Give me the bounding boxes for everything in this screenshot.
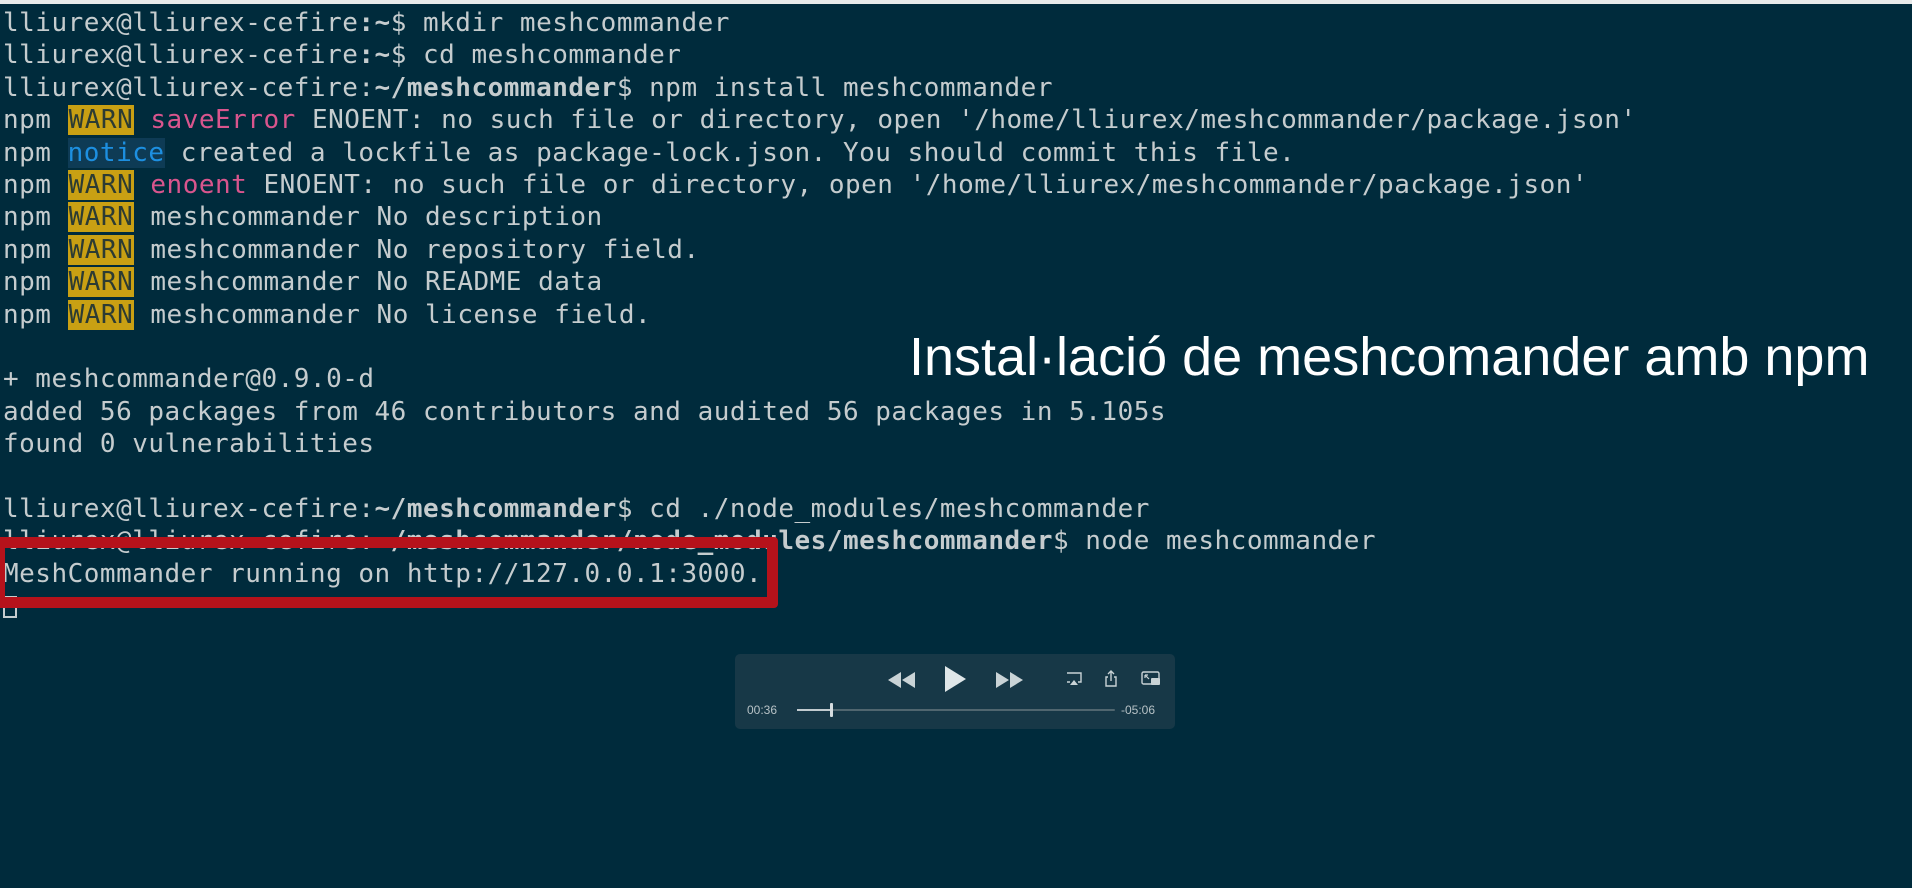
video-player-controls: 00:36 -05:06 (735, 654, 1175, 729)
npm-label: npm (3, 234, 52, 265)
airplay-button[interactable] (1065, 670, 1083, 688)
prompt-path: :~ (358, 8, 391, 38)
warn-badge: WARN (67, 105, 135, 136)
terminal-line: lliurex@lliurex-cefire:~/meshcommander$ … (3, 493, 1703, 525)
prompt-user-host: lliurex@lliurex-cefire (3, 493, 359, 524)
log-text: ENOENT: no such file or directory, open … (295, 105, 1637, 136)
prompt-separator: : (358, 493, 375, 524)
prompt-user-host: lliurex@lliurex-cefire (3, 8, 359, 38)
prompt-user-host: lliurex@lliurex-cefire (3, 40, 359, 71)
error-key: saveError (150, 105, 296, 136)
terminal-line: lliurex@lliurex-cefire:~$ mkdir meshcomm… (3, 7, 1703, 39)
fast-forward-icon (996, 672, 1023, 688)
log-text: ENOENT: no such file or directory, open … (247, 169, 1589, 200)
share-icon (1105, 669, 1117, 687)
warn-badge: WARN (67, 169, 135, 200)
npm-label: npm (3, 299, 52, 330)
prompt-separator: : (358, 72, 375, 103)
command-text: $ npm install meshcommander (616, 72, 1053, 103)
remaining-time: -05:06 (1121, 703, 1156, 717)
npm-label: npm (3, 267, 52, 298)
airplay-icon (1067, 672, 1082, 685)
npm-label: npm (3, 105, 52, 136)
terminal-line: npm WARN saveError ENOENT: no such file … (3, 104, 1703, 136)
log-text: meshcommander No repository field. (134, 234, 700, 265)
error-key: enoent (150, 169, 248, 200)
warn-badge: WARN (67, 299, 135, 330)
log-text: meshcommander No description (134, 202, 603, 233)
terminal-line: npm notice created a lockfile as package… (3, 137, 1703, 169)
picture-in-picture-button[interactable] (1140, 669, 1162, 687)
warn-badge: WARN (67, 267, 135, 298)
picture-in-picture-icon (1141, 670, 1160, 685)
warn-badge: WARN (67, 202, 135, 233)
rewind-button[interactable] (885, 668, 919, 692)
command-text: $ node meshcommander (1052, 526, 1377, 557)
terminal-line: npm WARN meshcommander No README data (3, 266, 1703, 298)
prompt-path: :~ (358, 40, 391, 71)
command-text: $ mkdir meshcommander (390, 8, 730, 38)
log-text: created a lockfile as package-lock.json.… (164, 137, 1296, 168)
prompt-path: ~/meshcommander (374, 493, 617, 524)
terminal-line: npm WARN meshcommander No repository fie… (3, 234, 1703, 266)
play-button[interactable] (940, 663, 970, 695)
command-text: $ cd meshcommander (390, 40, 682, 71)
log-text: meshcommander No README data (134, 267, 603, 298)
terminal-line: added 56 packages from 46 contributors a… (3, 396, 1167, 427)
terminal-line: lliurex@lliurex-cefire:~/meshcommander$ … (3, 72, 1703, 104)
seek-bar-progress (797, 709, 831, 711)
fast-forward-button[interactable] (992, 668, 1026, 692)
notice-badge: notice (67, 137, 165, 168)
terminal-line: npm WARN enoent ENOENT: no such file or … (3, 169, 1703, 201)
terminal-output: lliurex@lliurex-cefire:~$ mkdir meshcomm… (3, 7, 1703, 622)
play-icon (945, 666, 966, 692)
highlight-annotation-box (0, 537, 778, 608)
terminal-line: npm WARN meshcommander No description (3, 201, 1703, 233)
npm-label: npm (3, 169, 52, 200)
elapsed-time: 00:36 (747, 703, 778, 717)
rewind-icon (888, 672, 915, 688)
seek-bar[interactable] (797, 703, 1115, 717)
share-button[interactable] (1102, 668, 1120, 688)
terminal-line: found 0 vulnerabilities (3, 429, 375, 460)
log-text: meshcommander No license field. (134, 299, 652, 330)
prompt-user-host: lliurex@lliurex-cefire (3, 72, 359, 103)
video-caption-title: Instal·lació de meshcomander amb npm (909, 327, 1870, 387)
seek-bar-handle[interactable] (829, 703, 833, 717)
terminal-line: lliurex@lliurex-cefire:~$ cd meshcommand… (3, 39, 1703, 71)
command-text: $ cd ./node_modules/meshcommander (616, 493, 1150, 524)
warn-badge: WARN (67, 234, 135, 265)
prompt-path: ~/meshcommander (374, 72, 617, 103)
npm-label: npm (3, 137, 52, 168)
npm-label: npm (3, 202, 52, 233)
